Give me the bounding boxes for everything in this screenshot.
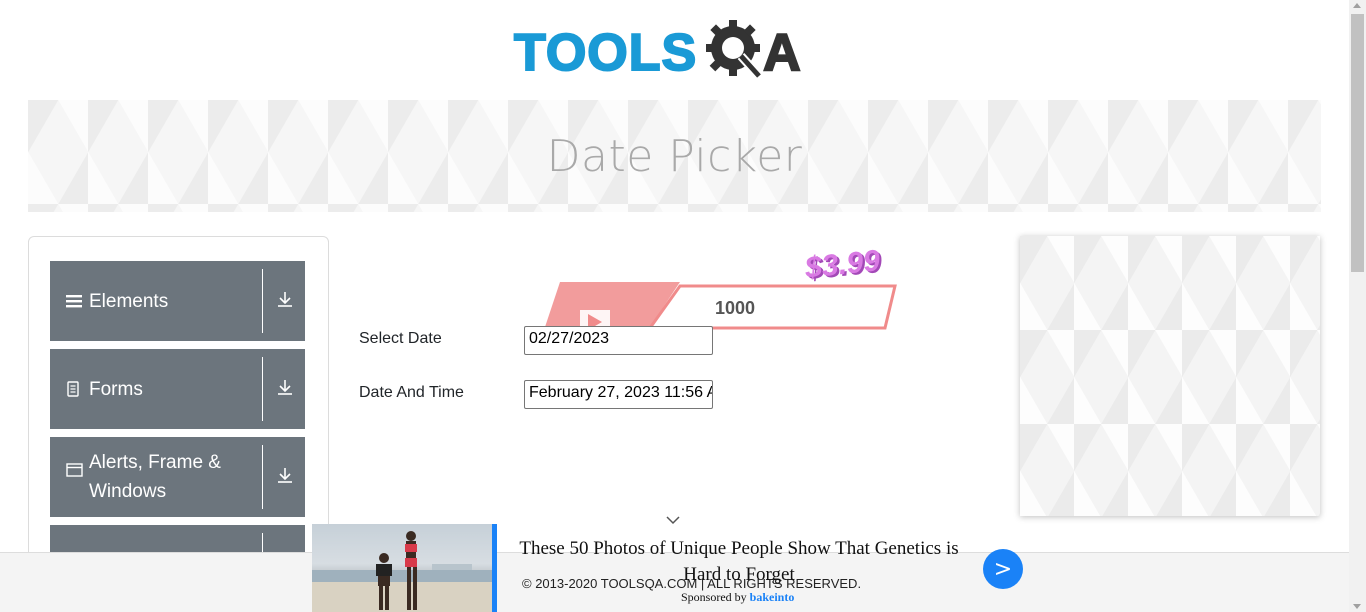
page: TOOLS A Date Picker Elements Forms Alert… [0, 0, 1366, 612]
logo-text-a: A [762, 23, 802, 83]
page-title: Date Picker [546, 130, 803, 182]
select-date-label: Select Date [359, 330, 442, 347]
scroll-up-icon[interactable] [1353, 3, 1361, 8]
toolsqa-logo[interactable]: TOOLS A [513, 14, 802, 92]
sidebar-group-elements[interactable]: Elements [50, 261, 305, 341]
advertisement-right[interactable] [1020, 236, 1320, 516]
download-arrow-icon[interactable] [277, 290, 293, 312]
hamburger-icon [66, 294, 84, 308]
logo-text-tools: TOOLS [513, 23, 698, 83]
sidebar-group-label: Alerts, Frame & Windows [89, 452, 221, 502]
page-banner: Date Picker [28, 100, 1321, 212]
scroll-down-icon[interactable] [1353, 604, 1361, 609]
sponsored-prefix: Sponsored by [681, 590, 747, 604]
divider [262, 357, 263, 421]
date-and-time-input[interactable]: February 27, 2023 11:56 A [524, 380, 713, 409]
divider [262, 445, 263, 509]
sidebar-group-alerts[interactable]: Alerts, Frame & Windows [50, 437, 305, 517]
scroll-thumb[interactable] [1351, 14, 1364, 272]
sidebar-group-label: Forms [89, 378, 143, 400]
download-arrow-icon[interactable] [277, 378, 293, 400]
ad-accent-bar [492, 524, 497, 612]
gear-magnifier-icon [703, 14, 767, 92]
download-arrow-icon[interactable] [277, 466, 293, 488]
ad-headline[interactable]: These 50 Photos of Unique People Show Th… [516, 536, 962, 588]
divider [262, 269, 263, 333]
ad-next-button[interactable]: > [983, 549, 1023, 589]
ad-views-count: 1000 [715, 298, 756, 318]
sidebar-group-forms[interactable]: Forms [50, 349, 305, 429]
window-icon [66, 463, 84, 477]
sponsored-ad[interactable]: These 50 Photos of Unique People Show Th… [312, 524, 1036, 612]
sidebar-group-label: Elements [89, 290, 169, 312]
document-icon [66, 381, 84, 397]
date-and-time-label: Date And Time [359, 384, 464, 401]
select-date-input[interactable]: 02/27/2023 [524, 326, 713, 355]
sponsor-link[interactable]: bakeinto [750, 590, 795, 604]
ad-photo[interactable] [312, 524, 493, 612]
ad-sponsored-by: Sponsored by bakeinto [681, 590, 794, 605]
vertical-scrollbar[interactable] [1349, 0, 1366, 612]
